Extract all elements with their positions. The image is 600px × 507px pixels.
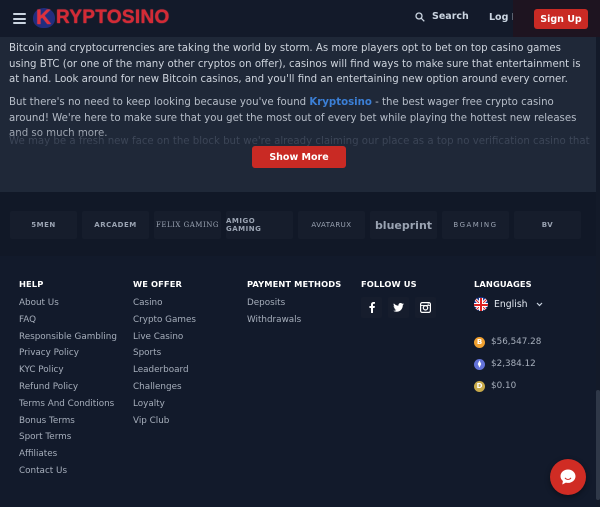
footer-link-faq[interactable]: FAQ xyxy=(19,315,117,332)
footer-link-crypto-games[interactable]: Crypto Games xyxy=(133,315,196,332)
uk-flag-icon xyxy=(474,297,488,311)
payment-methods-heading: PAYMENT METHODS xyxy=(247,279,342,289)
footer-follow-column: FOLLOW US xyxy=(361,279,436,318)
footer-link-affiliates[interactable]: Affiliates xyxy=(19,449,117,466)
search-label: Search xyxy=(432,11,469,22)
provider-label: BGAMING xyxy=(453,221,498,229)
about-paragraph-2-text: But there's no need to keep looking beca… xyxy=(9,97,310,108)
provider-label: 5MEN xyxy=(31,221,56,229)
footer-link-live-casino[interactable]: Live Casino xyxy=(133,332,196,349)
twitter-button[interactable] xyxy=(388,297,409,318)
ethereum-icon: ⧫ xyxy=(474,358,485,370)
footer-payment-column: PAYMENT METHODS Deposits Withdrawals xyxy=(247,279,341,332)
footer-link-sports[interactable]: Sports xyxy=(133,348,196,365)
price-value: $56,547.28 xyxy=(491,337,542,347)
provider-label: blueprint xyxy=(374,218,433,232)
search-icon xyxy=(415,11,425,22)
price-eth: ⧫ $2,384.12 xyxy=(474,353,543,375)
footer-languages-column: LANGUAGES English B $56,547.28 ⧫ $2,384.… xyxy=(474,279,543,397)
page-scrollbar[interactable] xyxy=(596,0,600,507)
price-value: $2,384.12 xyxy=(491,359,536,369)
crypto-prices: B $56,547.28 ⧫ $2,384.12 D $0.10 xyxy=(474,331,543,397)
we-offer-heading: WE OFFER xyxy=(133,279,182,289)
footer-link-loyalty[interactable]: Loyalty xyxy=(133,399,196,416)
search-button[interactable]: Search xyxy=(415,11,469,22)
dogecoin-icon: D xyxy=(474,380,485,392)
instagram-button[interactable] xyxy=(415,297,436,318)
logo-heart-icon: K xyxy=(33,6,55,30)
follow-us-heading: FOLLOW US xyxy=(361,279,417,289)
footer-link-leaderboard[interactable]: Leaderboard xyxy=(133,365,196,382)
facebook-icon xyxy=(368,302,375,313)
footer-link-kyc-policy[interactable]: KYC Policy xyxy=(19,365,117,382)
provider-label: FELIX GAMING xyxy=(156,221,219,229)
about-paragraph-1: Bitcoin and cryptocurrencies are taking … xyxy=(9,43,581,85)
price-doge: D $0.10 xyxy=(474,375,543,397)
provider-arcadem[interactable]: ARCADEM xyxy=(82,211,149,239)
footer-link-sport-terms[interactable]: Sport Terms xyxy=(19,432,117,449)
language-label: English xyxy=(494,298,528,310)
live-chat-button[interactable] xyxy=(550,459,586,495)
footer-link-bonus-terms[interactable]: Bonus Terms xyxy=(19,416,117,433)
price-value: $0.10 xyxy=(491,381,517,391)
twitter-icon xyxy=(393,303,404,312)
provider-amigo-gaming[interactable]: AMIGO GAMING xyxy=(226,211,293,239)
footer-link-vip-club[interactable]: Vip Club xyxy=(133,416,196,433)
provider-felix-gaming[interactable]: FELIX GAMING xyxy=(154,211,221,239)
top-navigation: K RYPTOSINO Search Log In Sign Up xyxy=(0,0,600,37)
footer-link-contact-us[interactable]: Contact Us xyxy=(19,466,117,483)
provider-label: AVATARUX xyxy=(311,221,352,229)
about-section: Bitcoin and cryptocurrencies are taking … xyxy=(0,37,600,192)
bitcoin-icon: B xyxy=(474,336,485,348)
languages-heading: LANGUAGES xyxy=(474,279,532,289)
logo-text: RYPTOSINO xyxy=(56,7,170,28)
instagram-icon xyxy=(420,302,431,313)
footer-link-withdrawals[interactable]: Withdrawals xyxy=(247,315,341,332)
language-selector[interactable]: English xyxy=(474,297,543,311)
show-more-button[interactable]: Show More xyxy=(252,146,346,168)
chevron-down-icon xyxy=(536,302,543,306)
provider-label: BV xyxy=(541,221,554,229)
chat-bubble-icon xyxy=(560,469,576,485)
menu-icon[interactable] xyxy=(13,13,26,24)
kryptosino-link[interactable]: Kryptosino xyxy=(309,97,372,108)
signup-button[interactable]: Sign Up xyxy=(534,9,588,29)
footer-help-column: HELP About Us FAQ Responsible Gambling P… xyxy=(19,279,117,483)
footer-link-responsible-gambling[interactable]: Responsible Gambling xyxy=(19,332,117,349)
provider-label: ARCADEM xyxy=(94,221,137,229)
provider-avatarux[interactable]: AVATARUX xyxy=(298,211,365,239)
scrollbar-thumb[interactable] xyxy=(596,390,600,500)
footer-we-offer-column: WE OFFER Casino Crypto Games Live Casino… xyxy=(133,279,196,432)
footer-link-about-us[interactable]: About Us xyxy=(19,298,117,315)
footer-link-terms[interactable]: Terms And Conditions xyxy=(19,399,117,416)
facebook-button[interactable] xyxy=(361,297,382,318)
footer-link-challenges[interactable]: Challenges xyxy=(133,382,196,399)
providers-strip: 5MEN ARCADEM FELIX GAMING AMIGO GAMING A… xyxy=(0,192,600,256)
footer-link-deposits[interactable]: Deposits xyxy=(247,298,341,315)
footer-link-casino[interactable]: Casino xyxy=(133,298,196,315)
provider-other[interactable]: BV xyxy=(514,211,581,239)
page: K RYPTOSINO Search Log In Sign Up Bitcoi… xyxy=(0,0,600,507)
provider-5men[interactable]: 5MEN xyxy=(10,211,77,239)
provider-label: AMIGO GAMING xyxy=(226,217,262,233)
footer-link-privacy-policy[interactable]: Privacy Policy xyxy=(19,348,117,365)
footer: HELP About Us FAQ Responsible Gambling P… xyxy=(0,256,600,507)
social-links xyxy=(361,297,436,318)
footer-link-refund-policy[interactable]: Refund Policy xyxy=(19,382,117,399)
help-heading: HELP xyxy=(19,279,44,289)
provider-blueprint[interactable]: blueprint xyxy=(370,211,437,239)
provider-bgaming[interactable]: BGAMING xyxy=(442,211,509,239)
price-btc: B $56,547.28 xyxy=(474,331,543,353)
logo[interactable]: K RYPTOSINO xyxy=(33,5,170,31)
